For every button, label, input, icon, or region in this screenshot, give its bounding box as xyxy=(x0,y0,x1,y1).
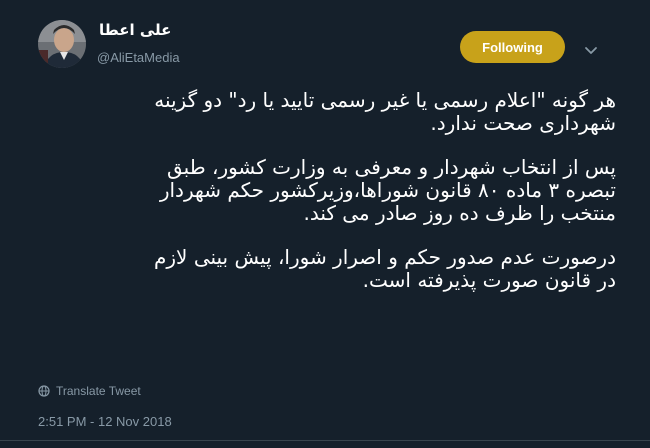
avatar[interactable] xyxy=(38,20,86,68)
tweet-line: تبصره ۳ ماده ۸۰ قانون شوراها،وزیرکشور حک… xyxy=(159,178,616,202)
translate-tweet-link[interactable]: Translate Tweet xyxy=(38,384,141,398)
tweet-card: علی اعطا @AliEtaMedia Following هر گونه … xyxy=(0,0,650,448)
tweet-line: هر گونه "اعلام رسمی یا غیر رسمی تایید یا… xyxy=(154,88,616,112)
author-handle[interactable]: @AliEtaMedia xyxy=(97,50,180,65)
avatar-photo xyxy=(38,20,86,68)
globe-icon xyxy=(38,385,50,397)
tweet-text: هر گونه "اعلام رسمی یا غیر رسمی تایید یا… xyxy=(34,89,616,313)
divider xyxy=(0,440,650,441)
tweet-line: در قانون صورت پذیرفته است. xyxy=(362,268,616,292)
tweet-line: پس از انتخاب شهردار و معرفی به وزارت کشو… xyxy=(167,155,616,179)
tweet-paragraph: درصورت عدم صدور حکم و اصرار شورا، پیش بی… xyxy=(34,246,616,292)
tweet-paragraph: هر گونه "اعلام رسمی یا غیر رسمی تایید یا… xyxy=(34,89,616,135)
author-display-name[interactable]: علی اعطا xyxy=(99,21,171,39)
translate-tweet-label: Translate Tweet xyxy=(56,384,141,398)
chevron-down-icon[interactable] xyxy=(584,41,598,54)
tweet-paragraph: پس از انتخاب شهردار و معرفی به وزارت کشو… xyxy=(34,156,616,225)
tweet-line: منتخب را ظرف ده روز صادر می کند. xyxy=(303,201,616,225)
following-button[interactable]: Following xyxy=(460,31,565,63)
tweet-line: درصورت عدم صدور حکم و اصرار شورا، پیش بی… xyxy=(154,245,616,269)
tweet-timestamp[interactable]: 2:51 PM - 12 Nov 2018 xyxy=(38,414,172,429)
tweet-line: شهرداری صحت ندارد. xyxy=(430,111,616,135)
